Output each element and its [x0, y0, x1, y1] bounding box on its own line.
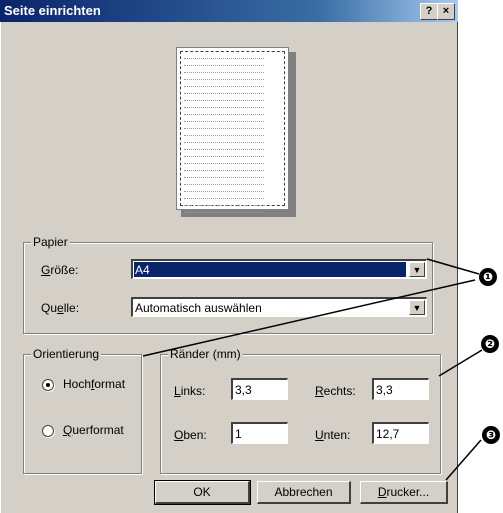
callout-1-icon: ❶ — [479, 268, 497, 286]
callout-lines — [142, 258, 483, 481]
callout-2-icon: ❷ — [481, 335, 499, 353]
callout-3-icon: ❸ — [482, 426, 500, 444]
